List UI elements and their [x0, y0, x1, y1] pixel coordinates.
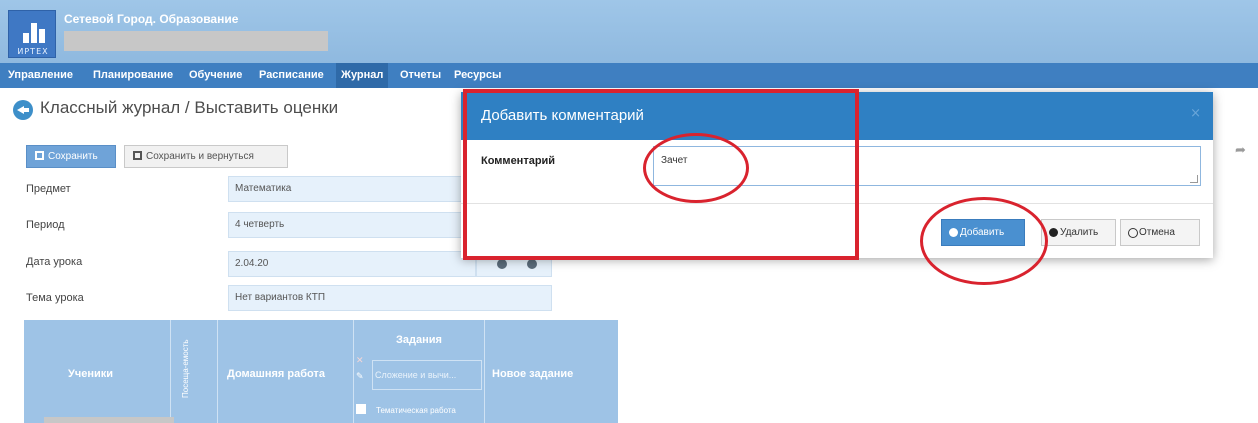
subject-label: Предмет [26, 183, 71, 195]
nav-item-reports[interactable]: Отчеты [400, 63, 441, 88]
resize-handle-icon[interactable] [1190, 175, 1198, 183]
lesson-date-label: Дата урока [26, 256, 83, 268]
school-name-redacted [64, 31, 328, 51]
task-name-cell[interactable]: Сложение и вычи... [372, 360, 482, 390]
attendance-header: Посеща-емость [181, 339, 190, 398]
new-task-header[interactable]: Новое задание [492, 368, 573, 380]
floppy-disk-icon [35, 151, 44, 160]
save-button[interactable]: Сохранить [26, 145, 116, 168]
lesson-topic-field[interactable]: Нет вариантов КТП [228, 285, 552, 311]
tasks-header: Задания [396, 334, 442, 346]
nav-item-resources[interactable]: Ресурсы [454, 63, 501, 88]
student-name-redacted [44, 417, 174, 423]
back-arrow-icon[interactable] [13, 100, 33, 120]
task-type: Тематическая работа [376, 406, 456, 415]
close-icon[interactable]: × [1190, 106, 1201, 121]
period-field[interactable]: 4 четверть [228, 212, 476, 238]
attendance-column [171, 320, 218, 423]
edit-task-icon[interactable]: ✎ [356, 372, 366, 382]
nav-item-management[interactable]: Управление [8, 63, 73, 88]
period-label: Период [26, 219, 65, 231]
app-title: Сетевой Город. Образование [64, 12, 239, 26]
grades-table: Ученики Посеща-емость Домашняя работа За… [24, 320, 618, 423]
lesson-topic-label: Тема урока [26, 292, 84, 304]
screen: ИРТЕХ Сетевой Город. Образование Управле… [0, 0, 1258, 423]
students-header: Ученики [68, 368, 114, 380]
nav-item-planning[interactable]: Планирование [93, 63, 173, 88]
delete-task-icon[interactable]: ✕ [356, 356, 366, 366]
floppy-disk-icon [133, 151, 142, 160]
app-logo-icon[interactable]: ИРТЕХ [8, 10, 56, 58]
nav-item-learning[interactable]: Обучение [189, 63, 242, 88]
delete-button[interactable]: Удалить [1041, 219, 1116, 246]
task-checkbox[interactable] [356, 404, 366, 414]
annotation-circle-comment [643, 133, 749, 203]
homework-header: Домашняя работа [227, 368, 325, 380]
annotation-circle-add [920, 197, 1048, 285]
lesson-date-field[interactable]: 2.04.20 [228, 251, 476, 277]
nav-item-journal[interactable]: Журнал [336, 63, 389, 88]
save-button-label: Сохранить [48, 151, 98, 162]
cancel-button[interactable]: Отмена [1120, 219, 1200, 246]
app-header: ИРТЕХ Сетевой Город. Образование [0, 0, 1258, 63]
subject-field[interactable]: Математика [228, 176, 476, 202]
save-and-return-button[interactable]: Сохранить и вернуться [124, 145, 288, 168]
share-arrow-icon[interactable]: ➦ [1235, 143, 1246, 158]
save-and-return-label: Сохранить и вернуться [146, 151, 254, 162]
cancel-button-label: Отмена [1139, 227, 1175, 238]
nav-item-schedule[interactable]: Расписание [259, 63, 324, 88]
main-nav: Управление Планирование Обучение Расписа… [0, 63, 1258, 88]
logo-brand: ИРТЕХ [17, 47, 49, 56]
next-date-icon[interactable] [527, 259, 537, 269]
page-title: Классный журнал / Выставить оценки [40, 98, 339, 117]
delete-button-label: Удалить [1060, 227, 1099, 238]
prev-date-icon[interactable] [497, 259, 507, 269]
